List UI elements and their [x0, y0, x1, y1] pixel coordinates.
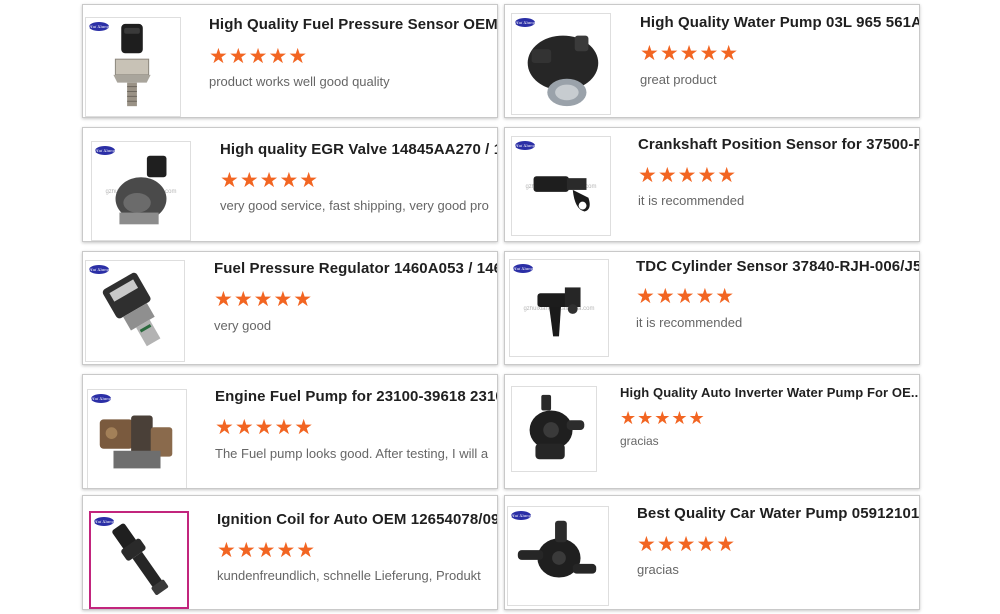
rating-stars: ★★★★★	[640, 42, 740, 65]
car-water-pump-image	[517, 520, 597, 578]
rating-stars: ★★★★★	[209, 45, 309, 68]
product-thumbnail[interactable]: Hui Xiang gzhuixiang.en.alibaba.com	[509, 259, 609, 357]
product-thumbnail[interactable]: Hui Xiang	[511, 13, 611, 115]
product-title[interactable]: Fuel Pressure Regulator 1460A053 / 146	[214, 260, 497, 277]
product-thumbnail[interactable]: Hui Xiang	[87, 389, 187, 488]
review-text: kundenfreundlich, schnelle Lieferung, Pr…	[217, 568, 481, 583]
rating-stars: ★★★★★	[217, 539, 317, 562]
crankshaft-sensor-image	[533, 176, 590, 212]
fuel-pressure-regulator-image	[102, 272, 161, 347]
review-text: it is recommended	[638, 193, 745, 208]
review-text: gracias	[620, 434, 659, 448]
product-title[interactable]: High Quality Water Pump 03L 965 561A	[640, 14, 919, 31]
review-card[interactable]: Hui Xiang Ignition Coil for Auto OEM 126…	[82, 495, 498, 610]
review-text: it is recommended	[636, 315, 743, 330]
fuel-pressure-sensor-image	[113, 23, 151, 107]
product-title[interactable]: Ignition Coil for Auto OEM 12654078/09	[217, 511, 497, 528]
product-thumbnail[interactable]: Hui Xiang	[85, 17, 181, 117]
water-pump-image	[527, 35, 599, 107]
product-title[interactable]: TDC Cylinder Sensor 37840-RJH-006/J5T	[636, 258, 919, 275]
rating-stars: ★★★★★	[620, 408, 706, 428]
egr-valve-image	[115, 155, 167, 225]
review-card[interactable]: Hui Xiang Engine Fuel Pump for 23100-396…	[82, 374, 498, 489]
product-thumbnail[interactable]: Hui Xiang	[507, 506, 609, 606]
ignition-coil-image	[112, 523, 169, 595]
rating-stars: ★★★★★	[638, 164, 738, 187]
product-title[interactable]: High Quality Auto Inverter Water Pump Fo…	[620, 385, 919, 400]
review-card[interactable]: Hui Xiang High Quality Fuel Pressure Sen…	[82, 4, 498, 118]
review-card[interactable]: Hui Xiang gzhuixiang.en.alibaba.com Cran…	[504, 127, 920, 242]
review-text: very good service, fast shipping, very g…	[220, 198, 489, 213]
product-title[interactable]: High quality EGR Valve 14845AA270 / 1	[220, 141, 497, 158]
review-text: very good	[214, 318, 272, 333]
rating-stars: ★★★★★	[215, 416, 315, 439]
engine-fuel-pump-image	[99, 415, 173, 469]
product-title[interactable]: Engine Fuel Pump for 23100-39618 2310	[215, 388, 497, 405]
review-card[interactable]: Hui Xiang gzhuixiang.en.alibaba.com High…	[82, 127, 498, 242]
product-title[interactable]: Crankshaft Position Sensor for 37500-PL	[638, 136, 919, 153]
rating-stars: ★★★★★	[637, 533, 737, 556]
review-text: gracias	[637, 562, 679, 577]
product-thumbnail[interactable]: Hui Xiang	[89, 511, 189, 609]
product-thumbnail[interactable]: Hui Xiang gzhuixiang.en.alibaba.com	[91, 141, 191, 241]
tdc-cylinder-sensor-image	[537, 287, 581, 337]
rating-stars: ★★★★★	[214, 288, 314, 311]
rating-stars: ★★★★★	[636, 285, 736, 308]
review-card[interactable]: Hui Xiang Best Quality Car Water Pump 05…	[504, 495, 920, 610]
product-title[interactable]: Best Quality Car Water Pump 059121012	[637, 505, 919, 522]
review-text: product works well good quality	[209, 74, 390, 89]
review-card[interactable]: Hui Xiang High Quality Water Pump 03L 96…	[504, 4, 920, 118]
product-title[interactable]: High Quality Fuel Pressure Sensor OEM 8	[209, 16, 497, 33]
review-text: great product	[640, 72, 717, 87]
review-card[interactable]: Hui Xiang Fuel Pressure Regulator 1460A0…	[82, 251, 498, 365]
inverter-water-pump-image	[529, 394, 585, 460]
product-thumbnail[interactable]: Hui Xiang gzhuixiang.en.alibaba.com	[511, 136, 611, 236]
review-card[interactable]: High Quality Auto Inverter Water Pump Fo…	[504, 374, 920, 489]
review-card[interactable]: Hui Xiang gzhuixiang.en.alibaba.com TDC …	[504, 251, 920, 365]
product-thumbnail[interactable]: Hui Xiang	[85, 260, 185, 362]
review-text: The Fuel pump looks good. After testing,…	[215, 446, 489, 461]
rating-stars: ★★★★★	[220, 169, 320, 192]
product-thumbnail[interactable]	[511, 386, 597, 472]
